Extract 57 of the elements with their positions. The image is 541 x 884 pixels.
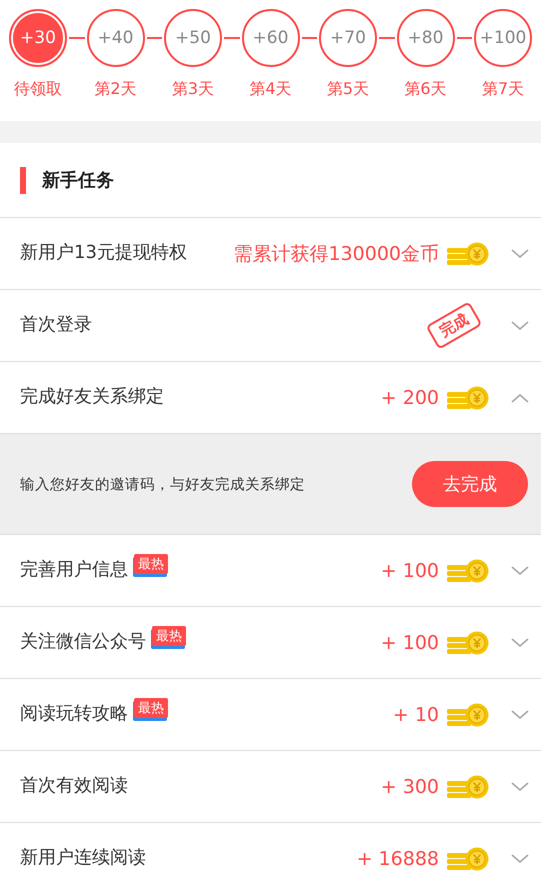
- coin-reward: + 10: [392, 704, 439, 726]
- task-title: 阅读玩转攻略: [20, 703, 128, 726]
- day-label: 待领取: [14, 79, 62, 100]
- day-reward-circle[interactable]: +40: [86, 9, 144, 67]
- task-title: 完成好友关系绑定: [20, 386, 164, 409]
- chevron-down-icon[interactable]: [511, 566, 529, 576]
- chevron-down-icon[interactable]: [511, 782, 529, 792]
- day-label: 第2天: [94, 79, 137, 100]
- day-reward-circle[interactable]: +70: [319, 9, 377, 67]
- coin-reward: + 200: [380, 386, 439, 408]
- task-row[interactable]: 完善用户信息 最热 + 100: [0, 535, 541, 607]
- chevron-down-icon[interactable]: [511, 248, 529, 258]
- coins-icon: [447, 702, 489, 726]
- task-title: 完善用户信息: [20, 559, 128, 582]
- day-reward-circle[interactable]: +100: [474, 9, 532, 67]
- task-row[interactable]: 首次有效阅读 + 300: [0, 751, 541, 823]
- task-row[interactable]: 阅读玩转攻略 最热 + 10: [0, 679, 541, 751]
- chevron-down-icon[interactable]: [511, 710, 529, 720]
- day-reward-circle[interactable]: +60: [242, 9, 300, 67]
- day-label: 第7天: [482, 79, 524, 100]
- day-label: 第6天: [404, 79, 447, 100]
- coin-reward: + 100: [380, 560, 439, 582]
- task-title: 关注微信公众号: [20, 631, 146, 654]
- task-row[interactable]: 新用户13元提现特权 需累计获得130000金币: [0, 218, 541, 290]
- chevron-down-icon[interactable]: [511, 854, 529, 864]
- day-reward-circle[interactable]: +50: [164, 9, 222, 67]
- coins-icon: [447, 846, 489, 870]
- chevron-down-icon[interactable]: [511, 638, 529, 648]
- task-description: 输入您好友的邀请码，与好友完成关系绑定: [20, 476, 305, 494]
- section-title: 新手任务: [42, 169, 114, 192]
- day-label: 第4天: [249, 79, 292, 100]
- day-reward-circle[interactable]: +80: [396, 9, 454, 67]
- task-row[interactable]: 首次登录 完成: [0, 290, 541, 362]
- section-marker: [20, 166, 26, 194]
- coin-reward: + 16888: [356, 848, 439, 870]
- task-row[interactable]: 关注微信公众号 最热 + 100: [0, 607, 541, 679]
- task-title: 首次有效阅读: [20, 775, 128, 798]
- hot-tag: 最热: [134, 698, 168, 718]
- chevron-up-icon[interactable]: [511, 392, 529, 402]
- coin-reward: 需累计获得130000金币: [233, 242, 439, 266]
- task-title: 新用户连续阅读: [20, 847, 146, 870]
- coin-reward: + 300: [380, 776, 439, 798]
- hot-tag: 最热: [152, 626, 186, 646]
- chevron-down-icon[interactable]: [511, 320, 529, 330]
- day-label: 第5天: [326, 79, 370, 100]
- completed-stamp: 完成: [426, 301, 482, 350]
- task-title: 新用户13元提现特权: [20, 242, 187, 265]
- coins-icon: [447, 630, 489, 654]
- coins-icon: [447, 558, 489, 582]
- day-label: 第3天: [172, 79, 214, 100]
- task-row[interactable]: 新用户连续阅读 + 16888: [0, 823, 541, 884]
- coin-reward: + 100: [380, 632, 439, 654]
- task-title: 首次登录: [20, 314, 92, 337]
- coins-icon: [447, 242, 489, 266]
- coins-icon: [447, 774, 489, 798]
- hot-tag: 最热: [134, 554, 168, 574]
- coins-icon: [447, 386, 489, 410]
